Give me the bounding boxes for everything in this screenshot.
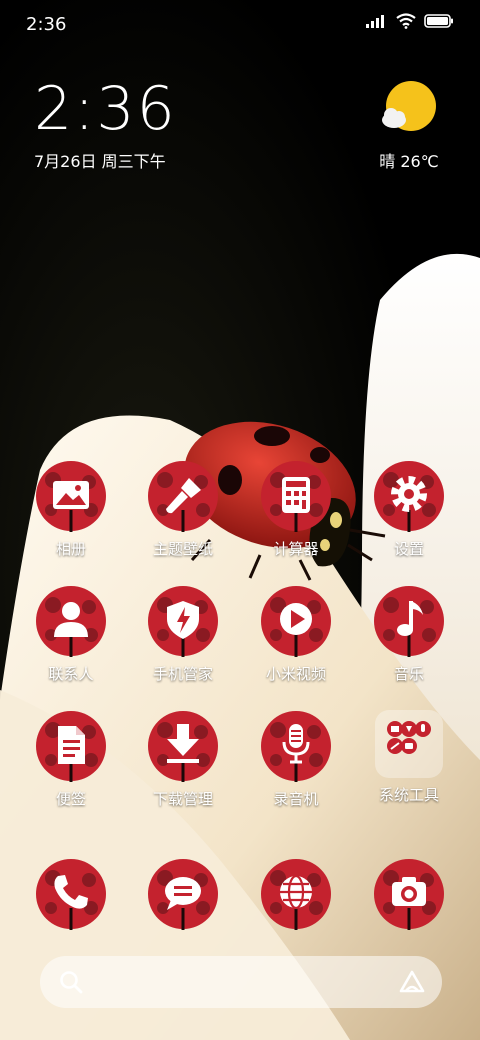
status-bar: 2:36	[0, 0, 480, 50]
signal-icon	[366, 15, 384, 28]
app-label: 相册	[55, 540, 86, 558]
clock-time: 2:36	[34, 74, 177, 144]
app-label: 系统工具	[378, 786, 439, 804]
app-security[interactable]: 手机管家	[128, 585, 238, 684]
globe-icon	[261, 859, 331, 930]
folder-preview-icons	[387, 721, 431, 754]
status-time: 2:36	[26, 14, 67, 35]
sun-cloud-icon	[382, 81, 436, 131]
wifi-icon	[396, 13, 416, 29]
camera-icon	[374, 859, 444, 930]
app-gallery[interactable]: 相册	[16, 460, 126, 559]
app-calculator[interactable]: 计算器	[241, 460, 351, 559]
app-label: 录音机	[273, 790, 319, 808]
app-video[interactable]: 小米视频	[241, 585, 351, 684]
dock-browser[interactable]	[241, 858, 351, 930]
weather-widget[interactable]: 晴 26℃	[374, 80, 444, 172]
search-icon	[60, 971, 83, 994]
app-notes[interactable]: 便签	[16, 710, 126, 809]
calculator-icon	[261, 461, 331, 532]
app-label: 联系人	[48, 665, 94, 683]
download-icon	[148, 711, 218, 782]
folder-icon	[375, 710, 443, 778]
app-downloads[interactable]: 下载管理	[128, 710, 238, 809]
assistant-icon[interactable]	[398, 969, 426, 995]
search-bar[interactable]	[40, 956, 442, 1008]
microphone-icon	[261, 711, 331, 782]
clock-date: 7月26日 周三下午	[34, 152, 166, 171]
folder-system-tools[interactable]: 系统工具	[354, 710, 464, 805]
app-music[interactable]: 音乐	[354, 585, 464, 684]
status-icons	[366, 13, 454, 29]
phone-icon	[36, 859, 106, 930]
battery-icon	[424, 14, 453, 28]
app-label: 下载管理	[152, 790, 213, 808]
app-label: 手机管家	[152, 665, 213, 683]
note-icon	[36, 711, 106, 782]
app-label: 主题壁纸	[152, 540, 213, 558]
clock-widget[interactable]: 2:36 7月26日 周三下午	[34, 78, 177, 172]
dock-phone[interactable]	[16, 858, 126, 930]
app-label: 音乐	[393, 665, 424, 683]
music-note-icon	[374, 586, 444, 657]
gallery-icon	[36, 461, 106, 532]
app-settings[interactable]: 设置	[354, 460, 464, 559]
person-icon	[36, 586, 106, 657]
app-recorder[interactable]: 录音机	[241, 710, 351, 809]
dock-messages[interactable]	[128, 858, 238, 930]
app-label: 便签	[55, 790, 86, 808]
app-label: 小米视频	[265, 665, 326, 683]
app-contacts[interactable]: 联系人	[16, 585, 126, 684]
shield-icon	[148, 586, 218, 657]
app-label: 计算器	[273, 540, 319, 558]
dock-camera[interactable]	[354, 858, 464, 930]
play-icon	[261, 586, 331, 657]
message-icon	[148, 859, 218, 930]
app-label: 设置	[393, 540, 424, 558]
gear-icon	[374, 461, 444, 532]
app-themes[interactable]: 主题壁纸	[128, 460, 238, 559]
weather-text: 晴 26℃	[379, 152, 439, 171]
paintbrush-icon	[148, 461, 218, 532]
